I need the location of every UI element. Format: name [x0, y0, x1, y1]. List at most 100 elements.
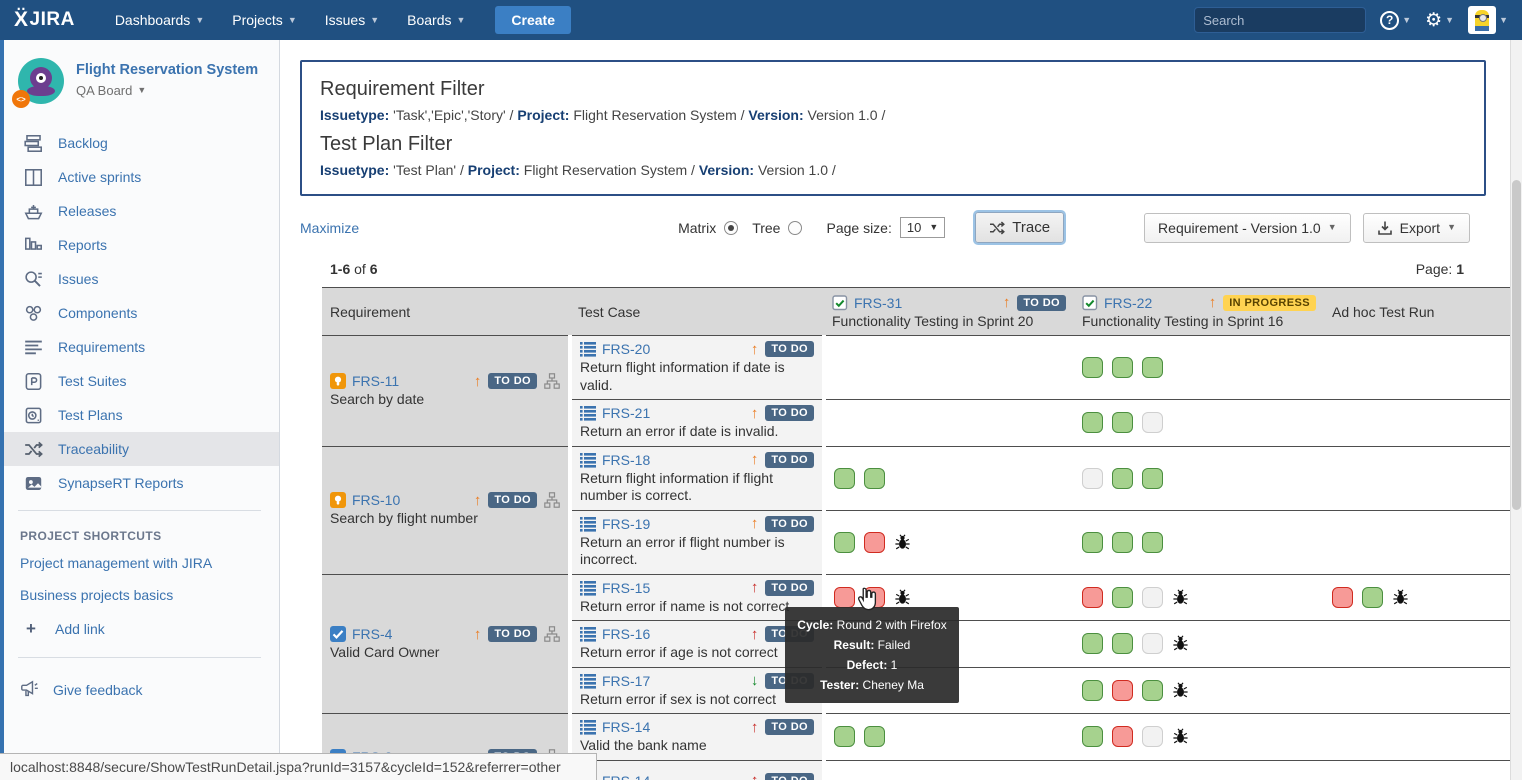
vertical-scrollbar[interactable]	[1510, 40, 1522, 780]
browser-status-bar: localhost:8848/secure/ShowTestRunDetail.…	[0, 753, 597, 780]
issue-key-link[interactable]: FRS-31	[854, 295, 902, 311]
test-run-failed-square[interactable]	[1332, 587, 1353, 608]
hierarchy-icon[interactable]	[544, 373, 560, 389]
test-run-passed-square[interactable]	[1112, 587, 1133, 608]
help-menu[interactable]: ? ▼	[1380, 11, 1411, 30]
issue-key-link[interactable]: FRS-4	[352, 626, 392, 642]
toolbar-right: Requirement - Version 1.0 ▼ Export ▼	[1144, 213, 1470, 243]
issue-key-link[interactable]: FRS-21	[602, 405, 650, 421]
test-run-passed-square[interactable]	[1112, 633, 1133, 654]
bug-icon[interactable]	[894, 534, 911, 551]
create-button[interactable]: Create	[495, 6, 571, 34]
user-menu[interactable]: ▼	[1468, 6, 1508, 34]
sidebar-item-releases[interactable]: Releases	[0, 194, 279, 228]
issue-key-link[interactable]: FRS-17	[602, 673, 650, 689]
sidebar-item-reports[interactable]: Reports	[0, 228, 279, 262]
trace-button[interactable]: Trace	[975, 212, 1064, 243]
sidebar-item-active-sprints[interactable]: Active sprints	[0, 160, 279, 194]
issue-key-link[interactable]: FRS-18	[602, 452, 650, 468]
test-run-passed-square[interactable]	[1142, 680, 1163, 701]
test-run-passed-square[interactable]	[1082, 680, 1103, 701]
bug-icon[interactable]	[1172, 728, 1189, 745]
chevron-down-icon: ▼	[288, 16, 297, 25]
test-run-passed-square[interactable]	[1112, 357, 1133, 378]
test-run-failed-square[interactable]	[864, 587, 885, 608]
sidebar-item-backlog[interactable]: Backlog	[0, 126, 279, 160]
issue-key-link[interactable]: FRS-10	[352, 492, 400, 508]
test-run-not-executed-square[interactable]	[1142, 726, 1163, 747]
nav-item-issues[interactable]: Issues▼	[311, 0, 393, 40]
runs-cell-frs-22	[1074, 336, 1324, 400]
issue-key-link[interactable]: FRS-11	[352, 373, 399, 389]
sidebar-item-components[interactable]: Components	[0, 296, 279, 330]
nav-item-dashboards[interactable]: Dashboards▼	[101, 0, 218, 40]
shortcut-project-management[interactable]: Project management with JIRA	[0, 547, 279, 579]
maximize-link[interactable]: Maximize	[300, 220, 359, 236]
test-run-not-executed-square[interactable]	[1142, 633, 1163, 654]
test-run-passed-square[interactable]	[1142, 357, 1163, 378]
nav-item-boards[interactable]: Boards▼	[393, 0, 479, 40]
sidebar-item-issues[interactable]: Issues	[0, 262, 279, 296]
test-case-line: FRS-21↑TO DO	[580, 405, 814, 421]
issue-key-link[interactable]: FRS-16	[602, 626, 650, 642]
sidebar-item-traceability[interactable]: Traceability	[0, 432, 279, 466]
issue-key-link[interactable]: FRS-19	[602, 516, 650, 532]
matrix-radio[interactable]	[724, 221, 738, 235]
jira-logo[interactable]: Ẍ JIRA	[14, 8, 75, 32]
test-run-passed-square[interactable]	[1112, 412, 1133, 433]
issue-key-link[interactable]: FRS-15	[602, 580, 650, 596]
test-run-passed-square[interactable]	[834, 726, 855, 747]
requirement-version-dropdown[interactable]: Requirement - Version 1.0 ▼	[1144, 213, 1351, 243]
give-feedback-button[interactable]: Give feedback	[0, 668, 279, 699]
issue-key-link[interactable]: FRS-14	[602, 773, 650, 780]
test-run-failed-square[interactable]	[864, 532, 885, 553]
bug-icon[interactable]	[1172, 589, 1189, 606]
test-run-failed-square[interactable]	[1082, 587, 1103, 608]
bug-icon[interactable]	[1172, 682, 1189, 699]
issue-key-link[interactable]: FRS-22	[1104, 295, 1152, 311]
scrollbar-thumb[interactable]	[1512, 180, 1521, 510]
sidebar-item-test-plans[interactable]: Test Plans	[0, 398, 279, 432]
test-run-passed-square[interactable]	[1082, 532, 1103, 553]
sidebar-item-test-suites[interactable]: Test Suites	[0, 364, 279, 398]
board-switcher[interactable]: QA Board ▼	[76, 83, 258, 98]
issue-key-link[interactable]: FRS-14	[602, 719, 650, 735]
test-run-passed-square[interactable]	[864, 726, 885, 747]
test-run-not-executed-square[interactable]	[1082, 468, 1103, 489]
test-run-passed-square[interactable]	[1082, 357, 1103, 378]
hierarchy-icon[interactable]	[544, 626, 560, 642]
sidebar-item-requirements[interactable]: Requirements	[0, 330, 279, 364]
settings-menu[interactable]: ⚙ ▼	[1425, 11, 1454, 30]
export-button[interactable]: Export ▼	[1363, 213, 1470, 243]
add-link-button[interactable]: + Add link	[0, 611, 279, 647]
test-run-failed-square[interactable]	[834, 587, 855, 608]
test-run-passed-square[interactable]	[1082, 726, 1103, 747]
test-run-passed-square[interactable]	[834, 468, 855, 489]
test-run-not-executed-square[interactable]	[1142, 412, 1163, 433]
runs-cell-adhoc	[1324, 760, 1510, 780]
page-size-select[interactable]: 10 ▼	[900, 217, 945, 238]
sidebar-item-synapsert-reports[interactable]: SynapseRT Reports	[0, 466, 279, 500]
hierarchy-icon[interactable]	[544, 492, 560, 508]
test-run-passed-square[interactable]	[834, 532, 855, 553]
test-run-passed-square[interactable]	[1082, 633, 1103, 654]
search-input[interactable]	[1203, 13, 1379, 28]
shortcut-business-projects[interactable]: Business projects basics	[0, 579, 279, 611]
test-run-passed-square[interactable]	[1362, 587, 1383, 608]
test-run-passed-square[interactable]	[1112, 468, 1133, 489]
test-run-passed-square[interactable]	[1112, 532, 1133, 553]
tree-radio[interactable]	[788, 221, 802, 235]
issue-key-link[interactable]: FRS-20	[602, 341, 650, 357]
test-run-not-executed-square[interactable]	[1142, 587, 1163, 608]
bug-icon[interactable]	[894, 589, 911, 606]
search-box[interactable]	[1194, 7, 1366, 33]
bug-icon[interactable]	[1172, 635, 1189, 652]
test-run-failed-square[interactable]	[1112, 726, 1133, 747]
test-run-passed-square[interactable]	[1142, 468, 1163, 489]
test-run-passed-square[interactable]	[864, 468, 885, 489]
test-run-passed-square[interactable]	[1082, 412, 1103, 433]
test-run-passed-square[interactable]	[1142, 532, 1163, 553]
test-run-failed-square[interactable]	[1112, 680, 1133, 701]
nav-item-projects[interactable]: Projects▼	[218, 0, 311, 40]
bug-icon[interactable]	[1392, 589, 1409, 606]
